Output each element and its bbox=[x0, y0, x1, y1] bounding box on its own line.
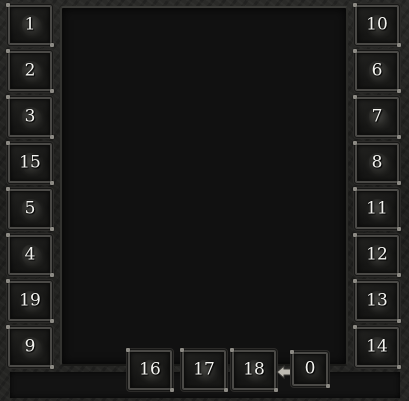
equip-slot-left-8[interactable]: 9 bbox=[6, 325, 54, 369]
equip-slot-right-3[interactable]: 7 bbox=[353, 95, 401, 139]
slot-number: 6 bbox=[371, 60, 383, 81]
equip-slot-left-7[interactable]: 19 bbox=[6, 279, 54, 323]
equip-slot-right-7[interactable]: 13 bbox=[353, 279, 401, 323]
slot-number: 18 bbox=[243, 359, 265, 380]
slot-number: 10 bbox=[366, 14, 388, 35]
equip-slot-right-5[interactable]: 11 bbox=[353, 187, 401, 231]
equip-slot-left-5[interactable]: 5 bbox=[6, 187, 54, 231]
slot-number: 19 bbox=[19, 290, 41, 311]
equip-slot-left-2[interactable]: 2 bbox=[6, 49, 54, 93]
equip-slot-left-6[interactable]: 4 bbox=[6, 233, 54, 277]
equip-slot-right-1[interactable]: 10 bbox=[353, 3, 401, 47]
slot-number: 8 bbox=[371, 152, 383, 173]
quick-slot-1[interactable]: 16 bbox=[126, 348, 174, 392]
slot-number: 0 bbox=[304, 358, 316, 379]
slot-number: 14 bbox=[366, 336, 388, 357]
slot-number: 7 bbox=[371, 106, 383, 127]
quick-slot-4[interactable]: 0 bbox=[290, 350, 330, 388]
slot-number: 12 bbox=[366, 244, 388, 265]
slot-number: 17 bbox=[193, 359, 215, 380]
equip-slot-right-8[interactable]: 14 bbox=[353, 325, 401, 369]
slot-number: 9 bbox=[24, 336, 36, 357]
equip-slot-right-6[interactable]: 12 bbox=[353, 233, 401, 277]
slot-number: 1 bbox=[24, 14, 36, 35]
quick-slot-3[interactable]: 18 bbox=[230, 348, 278, 392]
slot-number: 11 bbox=[366, 198, 388, 219]
quick-slot-2[interactable]: 17 bbox=[180, 348, 228, 392]
equip-slot-right-2[interactable]: 6 bbox=[353, 49, 401, 93]
equip-slot-right-4[interactable]: 8 bbox=[353, 141, 401, 185]
slot-number: 5 bbox=[24, 198, 36, 219]
slot-number: 15 bbox=[19, 152, 41, 173]
slot-number: 16 bbox=[139, 359, 161, 380]
equip-slot-left-3[interactable]: 3 bbox=[6, 95, 54, 139]
inventory-frame: 1 2 3 15 5 4 19 9 10 6 7 8 11 12 13 14 1… bbox=[0, 0, 409, 401]
inventory-grid-area bbox=[60, 6, 348, 366]
slot-number: 13 bbox=[366, 290, 388, 311]
slot-number: 4 bbox=[24, 244, 36, 265]
slot-number: 3 bbox=[24, 106, 36, 127]
equip-slot-left-1[interactable]: 1 bbox=[6, 3, 54, 47]
slot-number: 2 bbox=[24, 60, 36, 81]
equip-slot-left-4[interactable]: 15 bbox=[6, 141, 54, 185]
